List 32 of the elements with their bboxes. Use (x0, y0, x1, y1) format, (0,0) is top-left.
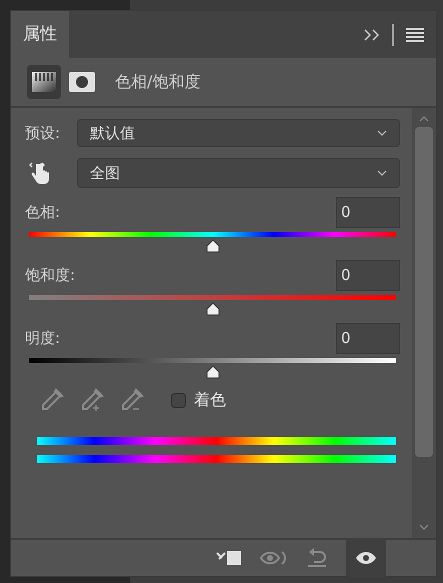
eye-icon (355, 551, 377, 565)
expand-icon[interactable] (364, 28, 380, 40)
menu-icon[interactable] (406, 28, 424, 42)
clip-to-layer-icon[interactable] (216, 549, 242, 567)
scrollbar-thumb[interactable] (415, 127, 433, 457)
panel-tab[interactable]: 属性 (11, 11, 69, 58)
value-field[interactable]: 0 (336, 322, 400, 354)
adjustment-title: 色相/饱和度 (115, 71, 200, 93)
channel-dropdown[interactable]: 全图 (77, 158, 400, 188)
divider-icon (392, 24, 394, 46)
preset-dropdown[interactable]: 默认值 (77, 119, 400, 147)
chevron-down-icon[interactable] (419, 524, 429, 530)
slider-thumb[interactable] (204, 239, 220, 253)
slider-label: 色相: (25, 202, 60, 223)
gradient-bars-icon (32, 72, 56, 92)
chevron-up-icon[interactable] (419, 116, 429, 122)
chevron-down-icon (377, 130, 387, 136)
slider-thumb[interactable] (204, 302, 220, 316)
slider-label: 明度: (25, 328, 60, 349)
chevron-down-icon (377, 170, 387, 176)
value-field[interactable]: 0 (336, 260, 400, 290)
value-field[interactable]: 0 (336, 196, 400, 228)
colorize-checkbox[interactable] (171, 392, 186, 408)
preset-label: 预设: (25, 122, 62, 144)
adjustment-icon-button[interactable] (27, 65, 61, 99)
mask-icon[interactable] (69, 72, 95, 92)
colorize-label: 着色 (194, 389, 226, 411)
hand-icon[interactable] (29, 160, 51, 186)
slider-thumb[interactable] (204, 365, 220, 379)
scrollbar[interactable] (412, 108, 436, 538)
visibility-button[interactable] (346, 539, 386, 577)
slider-label: 饱和度: (25, 264, 76, 286)
